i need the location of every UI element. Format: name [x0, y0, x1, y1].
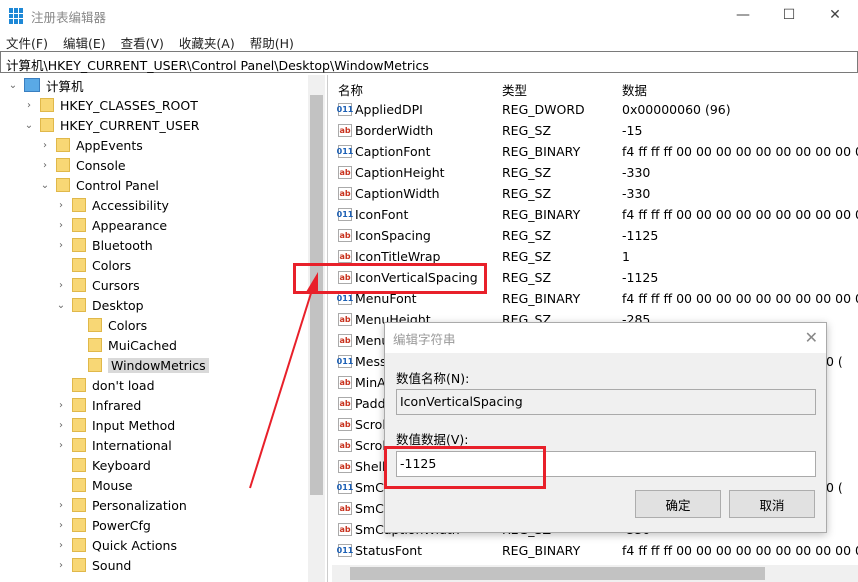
annotation-arrow	[249, 272, 318, 489]
